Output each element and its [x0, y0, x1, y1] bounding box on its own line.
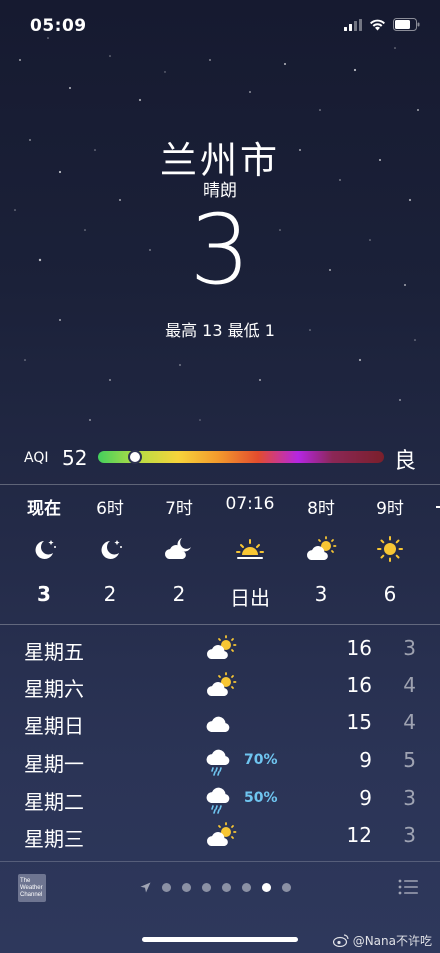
- hour-item: 7时 2: [144, 494, 214, 606]
- footer-toolbar: The Weather Channel: [0, 862, 440, 912]
- cellular-signal-icon: [344, 18, 362, 31]
- hourly-forecast[interactable]: 现在 3 6时 2 7时 2 07:16 日出 8时 3 9时 6: [0, 484, 440, 624]
- weather-channel-logo[interactable]: The Weather Channel: [18, 874, 46, 902]
- page-dot[interactable]: [242, 883, 251, 892]
- daily-row: 星期日 15 4: [0, 704, 440, 741]
- cloud-rain-icon: [206, 749, 230, 776]
- hour-time: 现在: [27, 499, 61, 519]
- sunrise-icon: [236, 539, 264, 559]
- day-low: 5: [403, 748, 416, 772]
- daily-row: 星期五 16 3: [0, 630, 440, 667]
- page-dot[interactable]: [162, 883, 171, 892]
- hour-item: 现在 3: [9, 494, 79, 606]
- weibo-icon: [332, 934, 349, 947]
- home-indicator[interactable]: [142, 937, 298, 942]
- next-hour-edge: [436, 506, 440, 508]
- hour-time: 9时: [376, 499, 404, 519]
- page-dot-active[interactable]: [262, 883, 271, 892]
- day-name: 星期五: [24, 640, 84, 664]
- day-name: 星期三: [24, 827, 84, 851]
- cloud-rain-icon: [206, 787, 230, 814]
- divider: [0, 624, 440, 625]
- page-dot[interactable]: [202, 883, 211, 892]
- hour-temp: 3: [37, 582, 51, 606]
- wifi-icon: [370, 19, 385, 30]
- day-low: 3: [403, 823, 416, 847]
- page-dot[interactable]: [182, 883, 191, 892]
- precip-chance: 50%: [244, 790, 278, 806]
- page-dot[interactable]: [282, 883, 291, 892]
- hour-time: 8时: [307, 499, 335, 519]
- hour-temp: 日出: [230, 586, 270, 610]
- aqi-section[interactable]: AQI 52 良: [0, 442, 440, 474]
- cloud-sun-icon: [206, 822, 237, 846]
- hour-temp: 2: [172, 582, 186, 606]
- page-dot[interactable]: [222, 883, 231, 892]
- cloud-moon-icon: [164, 538, 191, 559]
- cloud-sun-icon: [206, 672, 237, 696]
- current-temperature: 3: [189, 194, 251, 306]
- hour-time: 07:16: [225, 494, 275, 514]
- hour-item: 9时 6: [355, 494, 425, 606]
- cloud-sun-icon: [206, 635, 237, 659]
- hour-temp: 3: [314, 582, 328, 606]
- location-arrow-icon: [140, 882, 151, 893]
- hour-item: 8时 3: [286, 494, 356, 606]
- precip-chance: 70%: [244, 752, 278, 768]
- day-name: 星期六: [24, 677, 84, 701]
- moon-stars-icon: [101, 540, 122, 559]
- status-bar: 05:09: [0, 0, 440, 52]
- cloud-sun-icon: [306, 536, 337, 560]
- battery-icon: [393, 18, 420, 31]
- cloud-icon: [206, 716, 230, 732]
- daily-row: 星期六 16 4: [0, 667, 440, 704]
- sun-icon: [377, 536, 403, 562]
- moon-stars-icon: [35, 540, 56, 559]
- day-name: 星期一: [24, 752, 84, 776]
- day-low: 3: [403, 786, 416, 810]
- watermark-text: @Nana不许吃: [352, 934, 432, 948]
- day-high: 9: [359, 748, 372, 772]
- day-high: 12: [346, 823, 372, 847]
- day-low: 4: [403, 673, 416, 697]
- daily-row: 星期二 50% 9 3: [0, 780, 440, 817]
- aqi-label: AQI: [24, 450, 49, 466]
- aqi-value: 52: [62, 446, 88, 470]
- high-low-temperature: 最高 13 最低 1: [165, 321, 275, 340]
- page-indicator[interactable]: [140, 882, 291, 893]
- day-name: 星期日: [24, 714, 84, 738]
- aqi-level: 良: [393, 449, 416, 474]
- day-high: 16: [346, 636, 372, 660]
- hour-time: 6时: [96, 499, 124, 519]
- day-high: 16: [346, 673, 372, 697]
- hour-item: 07:16 日出: [215, 494, 285, 611]
- daily-row: 星期一 70% 9 5: [0, 742, 440, 779]
- hour-temp: 2: [103, 582, 117, 606]
- hour-time: 7时: [165, 499, 193, 519]
- day-low: 4: [403, 710, 416, 734]
- status-time: 05:09: [30, 16, 87, 36]
- hour-temp: 6: [383, 582, 397, 606]
- day-low: 3: [403, 636, 416, 660]
- list-icon[interactable]: [398, 879, 418, 895]
- status-icons: [344, 18, 420, 31]
- day-name: 星期二: [24, 790, 84, 814]
- watermark: @Nana不许吃: [332, 932, 432, 949]
- day-high: 15: [346, 710, 372, 734]
- hour-item: 6时 2: [75, 494, 145, 606]
- day-high: 9: [359, 786, 372, 810]
- daily-row: 星期三 12 3: [0, 817, 440, 854]
